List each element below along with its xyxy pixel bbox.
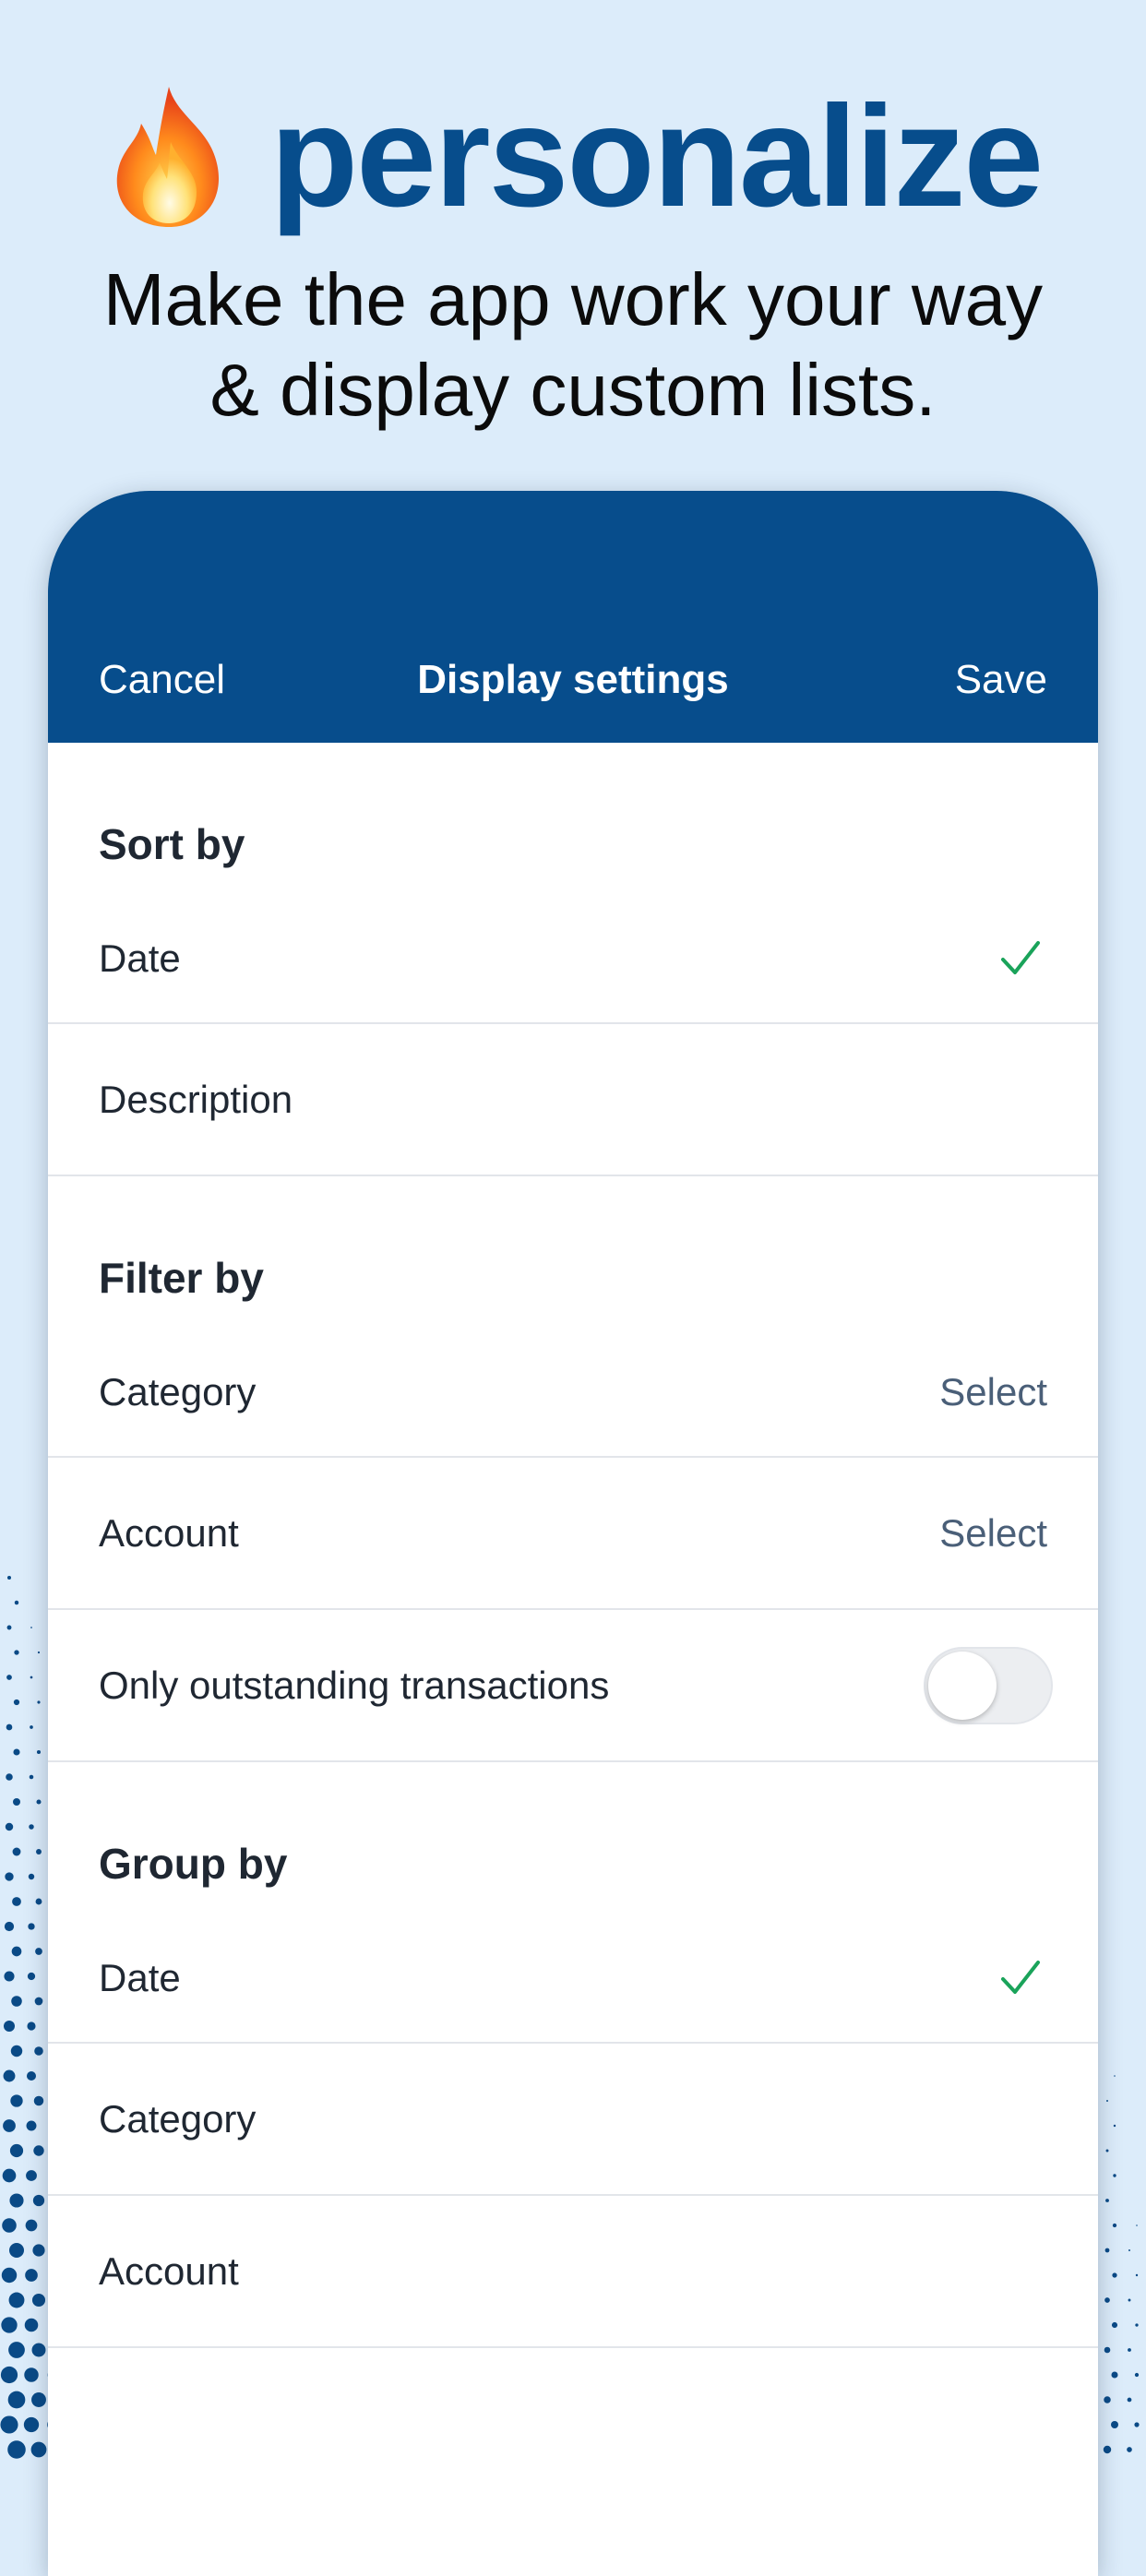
hero-title: personalize bbox=[269, 77, 1044, 237]
sort-option-label: Date bbox=[99, 936, 181, 980]
group-option-date[interactable]: Date bbox=[48, 1914, 1098, 2044]
outstanding-toggle[interactable] bbox=[924, 1646, 1053, 1724]
sort-by-heading: Sort by bbox=[99, 820, 245, 868]
group-option-account[interactable]: Account bbox=[48, 2196, 1098, 2348]
fire-icon bbox=[116, 87, 219, 227]
hero-section: personalize Make the app work your way &… bbox=[0, 74, 1146, 435]
checkmark-icon bbox=[1001, 1961, 1040, 1994]
hero-subtitle-line-1: Make the app work your way bbox=[102, 258, 1044, 340]
save-button[interactable]: Save bbox=[955, 660, 1047, 700]
group-by-heading: Group by bbox=[99, 1840, 288, 1888]
filter-account-label: Account bbox=[99, 1510, 239, 1555]
group-option-label: Date bbox=[99, 1956, 181, 1999]
checkmark-icon bbox=[1001, 941, 1040, 974]
filter-category-row[interactable]: Category Select bbox=[48, 1329, 1098, 1458]
sort-option-date[interactable]: Date bbox=[48, 895, 1098, 1024]
filter-account-row[interactable]: Account Select bbox=[48, 1458, 1098, 1610]
display-settings-sheet: Cancel Display settings Save Sort by Dat… bbox=[48, 491, 1098, 2576]
hero-subtitle: Make the app work your way & display cus… bbox=[0, 255, 1146, 435]
group-option-label: Account bbox=[99, 2248, 239, 2293]
filter-category-select[interactable]: Select bbox=[939, 1370, 1047, 1414]
sort-option-label: Description bbox=[99, 1077, 293, 1121]
hero-title-row: personalize bbox=[0, 74, 1146, 240]
page-title: Display settings bbox=[417, 657, 729, 702]
group-option-category[interactable]: Category bbox=[48, 2044, 1098, 2196]
hero-subtitle-line-2: & display custom lists. bbox=[209, 349, 937, 431]
sort-option-description[interactable]: Description bbox=[48, 1024, 1098, 1176]
filter-category-label: Category bbox=[99, 1370, 257, 1413]
filter-account-select[interactable]: Select bbox=[939, 1511, 1047, 1556]
filter-outstanding-row: Only outstanding transactions bbox=[48, 1610, 1098, 1762]
nav-bar: Cancel Display settings Save bbox=[48, 491, 1098, 743]
group-option-label: Category bbox=[99, 2096, 257, 2141]
filter-outstanding-label: Only outstanding transactions bbox=[99, 1663, 610, 1707]
filter-by-heading: Filter by bbox=[99, 1254, 264, 1302]
toggle-knob bbox=[928, 1651, 997, 1720]
